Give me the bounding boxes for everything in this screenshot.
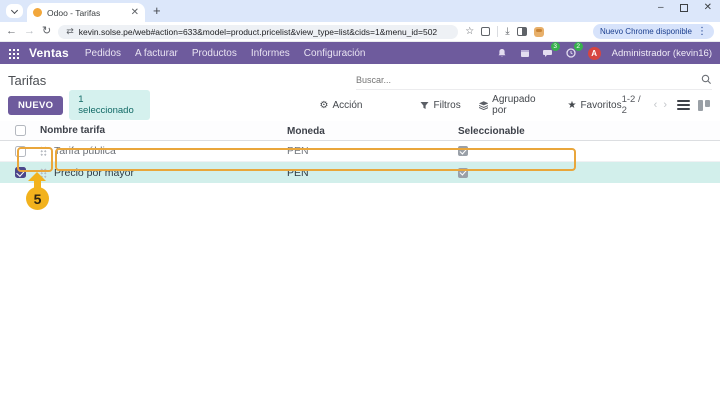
search-icon[interactable]	[701, 74, 712, 85]
star-icon: ★	[567, 100, 576, 111]
pricelist-name[interactable]: Tarifa pública	[54, 145, 116, 157]
annotation-step-badge: 5	[26, 187, 49, 210]
funnel-icon	[420, 101, 429, 110]
pricelist-name[interactable]: Precio por mayor	[54, 167, 134, 179]
pager-range: 1-2 / 2	[622, 94, 648, 116]
table-row-selected[interactable]: Precio por mayor PEN	[0, 162, 720, 183]
menu-informes[interactable]: Informes	[251, 48, 290, 59]
activities-clock-icon[interactable]: 2	[565, 47, 577, 59]
browser-window: Odoo - Tarifas ✕ + – ✕ ← → ↻ ⇄ kevin.sol…	[0, 0, 720, 404]
new-tab-button[interactable]: +	[153, 3, 161, 18]
pager: 1-2 / 2 ‹ ›	[622, 94, 667, 116]
kanban-view-icon[interactable]	[698, 100, 710, 111]
extension-icon[interactable]	[534, 27, 544, 37]
toolbar-divider	[497, 26, 498, 37]
user-avatar[interactable]: A	[588, 47, 601, 60]
apps-grid-icon[interactable]	[8, 48, 19, 59]
pager-previous-icon[interactable]: ‹	[654, 99, 658, 111]
column-header-selectable[interactable]: Seleccionable	[458, 126, 525, 137]
address-bar[interactable]: ⇄ kevin.solse.pe/web#action=633&model=pr…	[58, 25, 458, 39]
new-button[interactable]: NUEVO	[8, 96, 63, 115]
chrome-menu-icon[interactable]: ⋮	[697, 26, 707, 37]
browser-toolbar: ← → ↻ ⇄ kevin.solse.pe/web#action=633&mo…	[0, 22, 720, 42]
bookmark-star-icon[interactable]: ☆	[465, 27, 474, 37]
user-name[interactable]: Administrador (kevin16)	[612, 48, 712, 59]
tab-title: Odoo - Tarifas	[47, 8, 126, 18]
messages-icon[interactable]: 3	[542, 47, 554, 59]
chrome-update-button[interactable]: Nuevo Chrome disponible ⋮	[593, 24, 714, 39]
downloads-icon[interactable]: ⤓	[505, 27, 509, 37]
odoo-navbar: Ventas Pedidos A facturar Productos Info…	[0, 42, 720, 64]
breadcrumb[interactable]: Tarifas	[8, 73, 46, 88]
menu-a-facturar[interactable]: A facturar	[135, 48, 178, 59]
back-icon[interactable]: ←	[6, 26, 17, 37]
menu-configuracion[interactable]: Configuración	[304, 48, 366, 59]
selectable-checkbox[interactable]	[458, 168, 468, 178]
tab-search-button[interactable]	[6, 4, 23, 18]
pricelist-currency: PEN	[287, 145, 309, 157]
bell-icon[interactable]	[496, 47, 508, 59]
menu-pedidos[interactable]: Pedidos	[85, 48, 121, 59]
group-by-button[interactable]: Agrupado por	[479, 94, 550, 116]
selected-count-badge: 1 seleccionado	[69, 90, 149, 120]
calendar-icon[interactable]	[519, 47, 531, 59]
browser-titlebar: Odoo - Tarifas ✕ + – ✕	[0, 0, 720, 22]
app-menu-ventas[interactable]: Ventas	[29, 46, 69, 60]
reload-icon[interactable]: ↻	[42, 26, 51, 37]
favorites-label: Favoritos	[580, 100, 621, 111]
chrome-update-label: Nuevo Chrome disponible	[600, 27, 692, 36]
action-label: Acción	[332, 100, 362, 111]
select-all-checkbox[interactable]	[15, 125, 26, 136]
drag-handle-icon[interactable]	[40, 146, 47, 156]
action-menu-button[interactable]: ⚙ Acción	[320, 100, 363, 111]
column-header-currency[interactable]: Moneda	[287, 126, 325, 137]
filters-label: Filtros	[433, 100, 460, 111]
messages-badge: 3	[551, 42, 560, 51]
menu-productos[interactable]: Productos	[192, 48, 237, 59]
row-checkbox-checked[interactable]	[15, 167, 26, 178]
drag-handle-icon[interactable]	[40, 168, 47, 178]
chevron-down-icon	[11, 6, 18, 13]
list-view-icon[interactable]	[677, 100, 690, 111]
column-header-name[interactable]: Nombre tarifa	[40, 125, 105, 136]
tab-groups-icon[interactable]	[481, 27, 490, 36]
activities-badge: 2	[574, 42, 583, 51]
table-row[interactable]: Tarifa pública PEN	[0, 141, 720, 162]
search-bar[interactable]	[356, 70, 712, 90]
filters-button[interactable]: Filtros	[420, 100, 460, 111]
pager-next-icon[interactable]: ›	[663, 99, 667, 111]
browser-tab[interactable]: Odoo - Tarifas ✕	[27, 3, 145, 22]
layers-icon	[479, 101, 488, 110]
control-panel: Tarifas NUEVO 1 seleccionado ⚙ Acción Fi…	[0, 64, 720, 118]
pricelist-currency: PEN	[287, 167, 309, 179]
favorites-button[interactable]: ★ Favoritos	[567, 100, 621, 111]
table-header-row: Nombre tarifa Moneda Seleccionable	[0, 121, 720, 141]
forward-icon[interactable]: →	[24, 26, 35, 37]
site-info-icon[interactable]: ⇄	[66, 26, 74, 37]
row-checkbox[interactable]	[15, 146, 26, 157]
search-input[interactable]	[356, 75, 701, 85]
window-close-button[interactable]: ✕	[704, 2, 712, 13]
selectable-checkbox[interactable]	[458, 146, 468, 156]
group-by-label: Agrupado por	[492, 94, 549, 116]
gear-icon: ⚙	[320, 100, 329, 111]
pricelist-table: Nombre tarifa Moneda Seleccionable Tarif…	[0, 121, 720, 183]
url-text: kevin.solse.pe/web#action=633&model=prod…	[79, 27, 437, 37]
side-panel-icon[interactable]	[517, 27, 527, 36]
odoo-favicon-icon	[33, 8, 42, 17]
window-minimize-button[interactable]: –	[658, 2, 664, 13]
tab-close-icon[interactable]: ✕	[131, 8, 139, 18]
window-maximize-button[interactable]	[680, 4, 688, 12]
